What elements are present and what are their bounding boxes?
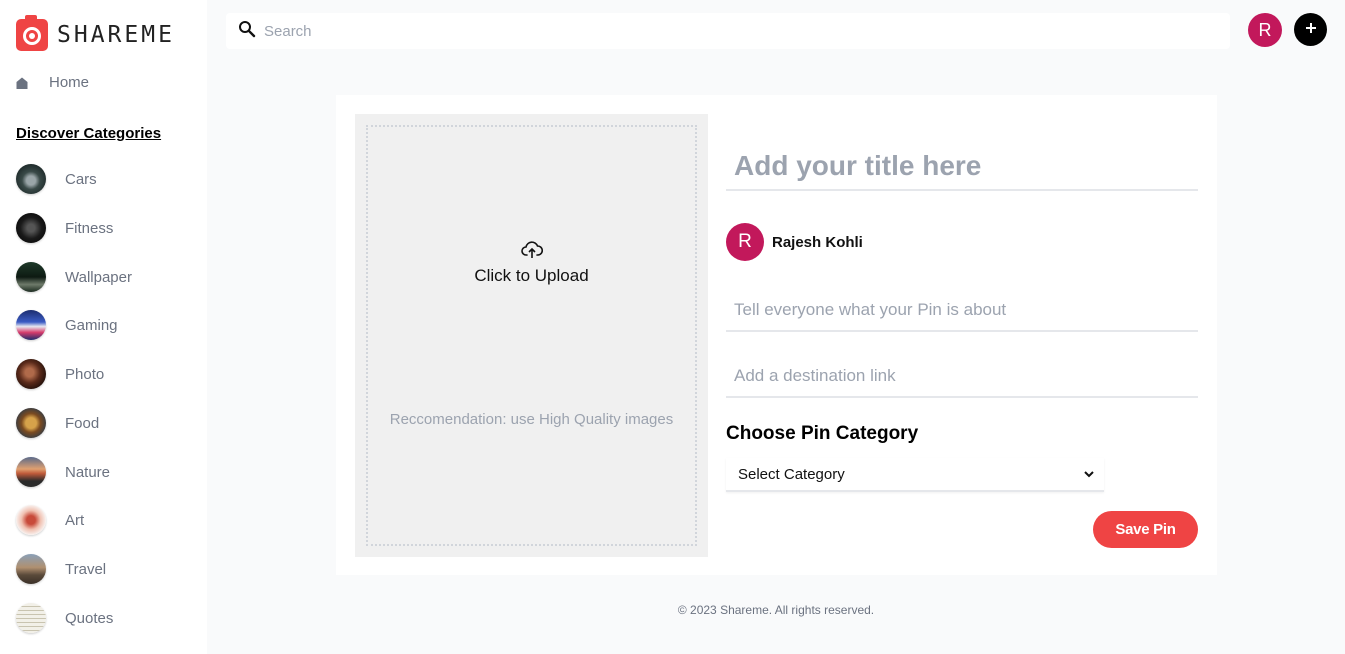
about-input[interactable]: [726, 290, 1198, 332]
categories-heading: Discover Categories: [16, 125, 162, 142]
sidebar-item-fitness[interactable]: Fitness: [16, 213, 113, 243]
chevron-down-icon: [1084, 465, 1094, 483]
sidebar-item-label: Nature: [65, 463, 111, 481]
sidebar-item-label: Photo: [65, 365, 105, 383]
category-thumbnail: [16, 262, 46, 292]
category-heading: Choose Pin Category: [726, 423, 919, 444]
cloud-upload-icon: [521, 241, 544, 264]
sidebar-item-nature[interactable]: Nature: [16, 457, 110, 487]
title-input[interactable]: [726, 143, 1198, 191]
sidebar-item-photo[interactable]: Photo: [16, 359, 104, 389]
sidebar-item-quotes[interactable]: Quotes: [16, 603, 113, 633]
category-thumbnail: [16, 359, 46, 389]
sidebar-item-cars[interactable]: Cars: [16, 164, 97, 194]
sidebar-item-label: Fitness: [65, 219, 114, 237]
footer-text: © 2023 Shareme. All rights reserved.: [677, 603, 875, 617]
category-thumbnail: [16, 554, 46, 584]
sidebar-item-food[interactable]: Food: [16, 408, 99, 438]
search-bar: [226, 13, 1230, 49]
category-thumbnail: [16, 603, 46, 633]
sidebar-item-label: Art: [65, 511, 85, 529]
sidebar-item-label: Food: [65, 414, 100, 432]
plus-icon: [1305, 21, 1317, 39]
brand-name: SHAREME: [57, 22, 175, 48]
category-thumbnail: [16, 164, 46, 194]
avatar[interactable]: R: [1248, 13, 1282, 47]
sidebar-item-wallpaper[interactable]: Wallpaper: [16, 262, 132, 292]
category-thumbnail: [16, 408, 46, 438]
search-input[interactable]: [264, 22, 1164, 40]
upload-hint: Reccomendation: use High Quality images: [389, 411, 674, 428]
sidebar-item-label: Travel: [65, 560, 107, 578]
home-icon: [16, 77, 28, 89]
upload-label: Click to Upload: [474, 266, 589, 285]
category-thumbnail: [16, 310, 46, 340]
pin-author: R Rajesh Kohli: [726, 223, 863, 261]
category-thumbnail: [16, 457, 46, 487]
upload-area: Click to Upload Reccomendation: use High…: [355, 114, 708, 557]
add-pin-button[interactable]: [1294, 13, 1327, 46]
sidebar-item-home[interactable]: Home: [16, 74, 89, 91]
sidebar-item-art[interactable]: Art: [16, 505, 84, 535]
sidebar: SHAREME Home Discover Categories Cars Fi…: [0, 0, 207, 654]
logo[interactable]: SHAREME: [16, 15, 175, 51]
sidebar-item-label: Quotes: [65, 609, 114, 627]
sidebar-item-label: Cars: [65, 170, 97, 188]
upload-dropzone[interactable]: Click to Upload Reccomendation: use High…: [366, 125, 697, 546]
category-select-value: Select Category: [738, 465, 845, 483]
save-pin-button[interactable]: Save Pin: [1093, 511, 1198, 548]
avatar: R: [726, 223, 764, 261]
sidebar-item-travel[interactable]: Travel: [16, 554, 106, 584]
create-pin-card: Click to Upload Reccomendation: use High…: [336, 95, 1217, 575]
destination-link-input[interactable]: [726, 356, 1198, 398]
sidebar-item-label: Wallpaper: [65, 268, 132, 286]
category-select[interactable]: Select Category: [726, 458, 1104, 492]
sidebar-item-label: Home: [49, 74, 90, 91]
camera-icon: [16, 15, 48, 51]
user-name: Rajesh Kohli: [772, 233, 863, 251]
category-thumbnail: [16, 213, 46, 243]
sidebar-item-gaming[interactable]: Gaming: [16, 310, 118, 340]
sidebar-item-label: Gaming: [65, 316, 118, 334]
category-thumbnail: [16, 505, 46, 535]
search-icon: [238, 20, 256, 43]
